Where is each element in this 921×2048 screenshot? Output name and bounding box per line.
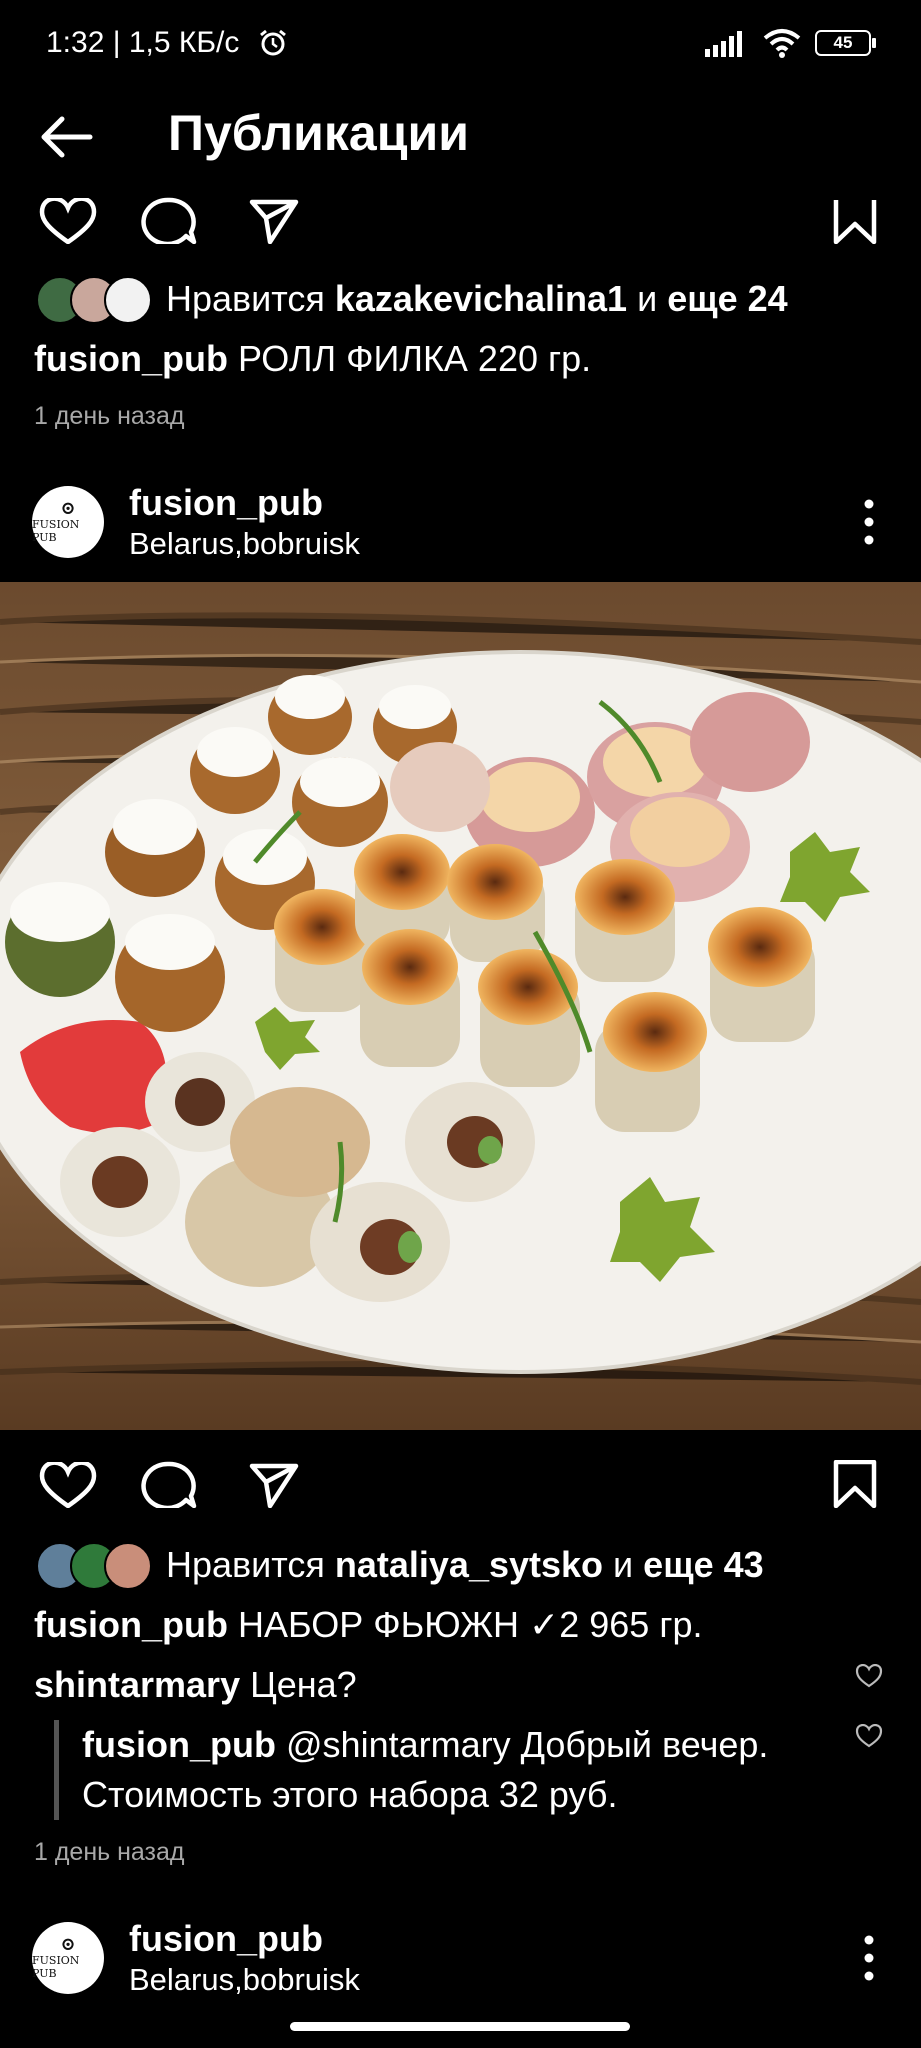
caption-username[interactable]: fusion_pub bbox=[34, 338, 228, 379]
status-bar: 1:32 | 1,5 КБ/с 45 bbox=[0, 0, 921, 90]
post-timestamp: 1 день назад bbox=[34, 402, 185, 430]
logo-mark-icon: ⊙ bbox=[60, 1934, 76, 1955]
signal-icon bbox=[705, 31, 742, 57]
liker-avatar bbox=[104, 1542, 152, 1590]
comment-icon[interactable] bbox=[140, 196, 198, 244]
liked-by-username[interactable]: kazakevichalina1 bbox=[335, 278, 627, 319]
likes-count[interactable]: еще 43 bbox=[643, 1544, 763, 1585]
post-timestamp: 1 день назад bbox=[34, 1838, 185, 1866]
reply-like-heart-icon[interactable] bbox=[855, 1724, 883, 1748]
likes-summary[interactable]: Нравится kazakevichalina1 и еще 24 bbox=[166, 278, 788, 320]
avatar[interactable]: ⊙ FUSION PUB bbox=[32, 486, 104, 558]
avatar[interactable]: ⊙ FUSION PUB bbox=[32, 1922, 104, 1994]
comment-icon[interactable] bbox=[140, 1460, 198, 1508]
liker-avatar bbox=[104, 276, 152, 324]
caption-username[interactable]: fusion_pub bbox=[34, 1604, 228, 1645]
status-time: 1:32 | 1,5 КБ/с bbox=[46, 26, 240, 59]
share-icon[interactable] bbox=[248, 198, 300, 244]
bookmark-icon[interactable] bbox=[832, 1460, 878, 1508]
like-heart-icon[interactable] bbox=[38, 1462, 98, 1508]
post-location[interactable]: Belarus,bobruisk bbox=[129, 1962, 360, 1998]
liked-by-username[interactable]: nataliya_sytsko bbox=[335, 1544, 603, 1585]
like-heart-icon[interactable] bbox=[38, 198, 98, 244]
reply-text-line2: Стоимость этого набора 32 руб. bbox=[82, 1774, 618, 1815]
reply-username[interactable]: fusion_pub bbox=[82, 1724, 276, 1765]
reply-text-line1: @shintarmary Добрый вечер. bbox=[286, 1724, 769, 1765]
likes-count[interactable]: еще 24 bbox=[667, 278, 787, 319]
liked-by-avatars bbox=[36, 1542, 152, 1590]
post-username[interactable]: fusion_pub bbox=[129, 482, 323, 524]
more-options-icon[interactable] bbox=[854, 1928, 884, 1988]
comment-like-heart-icon[interactable] bbox=[855, 1664, 883, 1688]
caption-text: НАБОР ФЬЮЖН ✓2 965 гр. bbox=[238, 1604, 703, 1645]
logo-mark-icon: ⊙ bbox=[60, 498, 76, 519]
battery-indicator: 45 bbox=[815, 30, 876, 56]
caption-text: РОЛЛ ФИЛКА 220 гр. bbox=[238, 338, 592, 379]
comment-text: Цена? bbox=[250, 1664, 357, 1705]
alarm-icon bbox=[260, 29, 286, 56]
bookmark-icon[interactable] bbox=[832, 198, 878, 244]
liked-by-avatars bbox=[36, 276, 152, 324]
post-username[interactable]: fusion_pub bbox=[129, 1918, 323, 1960]
comment: shintarmary Цена? bbox=[34, 1664, 357, 1706]
likes-summary[interactable]: Нравится nataliya_sytsko и еще 43 bbox=[166, 1544, 764, 1586]
wifi-icon bbox=[763, 29, 801, 58]
share-icon[interactable] bbox=[248, 1462, 300, 1508]
comment-username[interactable]: shintarmary bbox=[34, 1664, 240, 1705]
post-caption: fusion_pub НАБОР ФЬЮЖН ✓2 965 гр. bbox=[34, 1604, 702, 1646]
reply-comment: fusion_pub @shintarmary Добрый вечер. bbox=[82, 1724, 768, 1766]
post-caption: fusion_pub РОЛЛ ФИЛКА 220 гр. bbox=[34, 338, 591, 380]
post-location[interactable]: Belarus,bobruisk bbox=[129, 526, 360, 562]
post-photo[interactable] bbox=[0, 582, 921, 1430]
more-options-icon[interactable] bbox=[854, 492, 884, 552]
reply-thread-line bbox=[54, 1720, 59, 1820]
page-title: Публикации bbox=[168, 105, 469, 161]
home-indicator[interactable] bbox=[290, 2022, 630, 2031]
back-arrow-icon[interactable] bbox=[36, 112, 96, 162]
